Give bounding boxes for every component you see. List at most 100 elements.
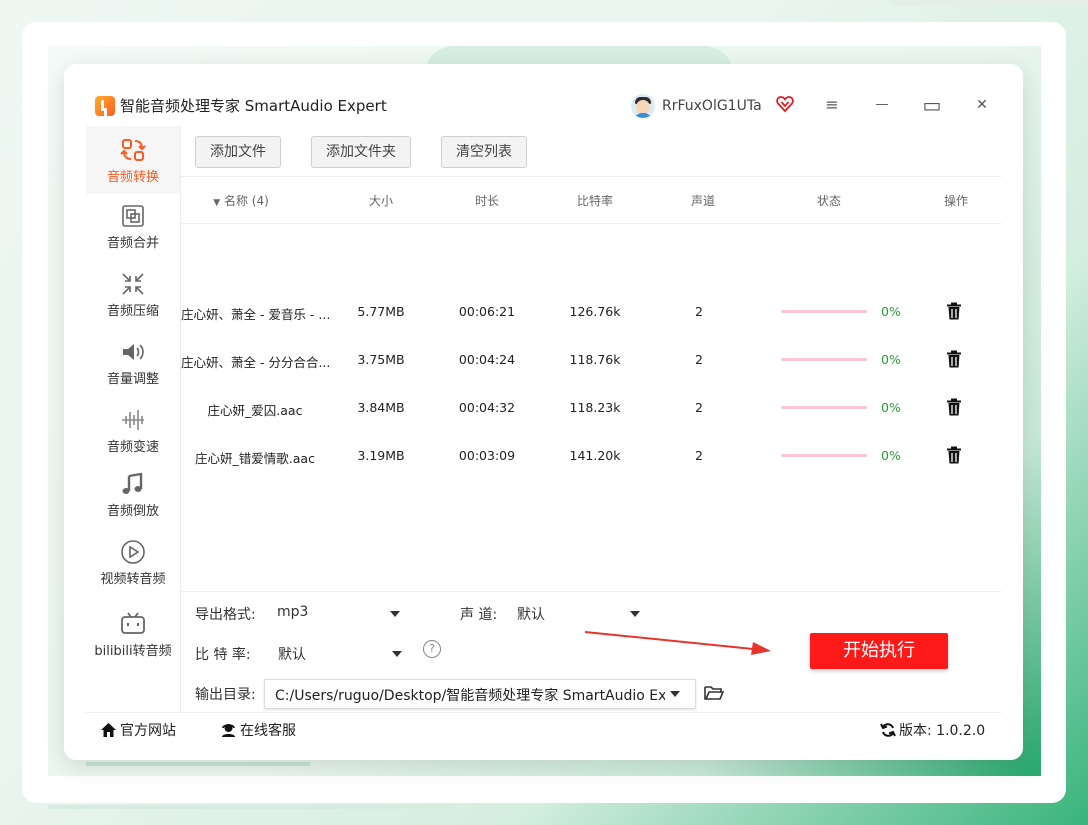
- website-label: 官方网站: [120, 723, 176, 739]
- file-duration: 00:04:32: [458, 400, 516, 415]
- sidebar-item-label: 音频合并: [106, 236, 159, 251]
- help-icon[interactable]: ?: [423, 640, 441, 658]
- progress-bar: [781, 358, 867, 361]
- sidebar-item-audio-compress[interactable]: 音频压缩: [86, 270, 180, 330]
- background-decoration: [86, 762, 310, 766]
- sidebar-item-audio-reverse[interactable]: 音频倒放: [86, 470, 180, 530]
- file-channels: 2: [695, 352, 703, 367]
- sidebar-item-label: 视频转音频: [100, 572, 166, 587]
- format-value: mp3: [277, 604, 309, 620]
- file-size: 3.19MB: [357, 448, 405, 463]
- column-header-channels: 声道: [690, 194, 715, 208]
- arrow-annotation: [584, 631, 771, 655]
- trash-icon[interactable]: [946, 350, 962, 368]
- music-note-icon: [122, 472, 143, 494]
- file-name: 庄心妍_错爱情歌.aac: [195, 451, 315, 466]
- home-icon: [101, 723, 116, 737]
- column-header-bitrate: 比特率: [576, 194, 613, 208]
- vip-heart-icon[interactable]: [776, 95, 794, 113]
- add-file-button[interactable]: 添加文件: [195, 136, 281, 168]
- trash-icon[interactable]: [946, 398, 962, 416]
- file-name: 庄心妍、萧全 - 分分合合....: [181, 355, 329, 370]
- output-dir-label: 输出目录:: [195, 687, 256, 703]
- user-avatar[interactable]: [631, 94, 655, 118]
- bitrate-label: 比 特 率:: [195, 647, 251, 663]
- file-size: 5.77MB: [357, 304, 405, 319]
- footer: 官方网站 在线客服 版本: 1.0.2.0: [86, 712, 1001, 749]
- chevron-down-icon: [390, 611, 400, 617]
- sidebar: 音频转换 音频合并 音频压缩 音量调整 音频变速 音频倒放 视频转音频 bili…: [86, 126, 181, 712]
- channel-value: 默认: [517, 607, 545, 623]
- file-channels: 2: [695, 448, 703, 463]
- volume-icon: [123, 344, 144, 360]
- version-label: 版本:: [899, 723, 932, 739]
- sidebar-item-video-to-audio[interactable]: 视频转音频: [86, 538, 180, 598]
- sidebar-item-audio-convert[interactable]: 音频转换: [86, 126, 180, 194]
- column-header-size: 大小: [368, 194, 393, 208]
- table-row[interactable]: 庄心妍_爱囚.aac 3.84MB 00:04:32 118.23k 2 0%: [181, 384, 1001, 432]
- chevron-down-icon: [670, 691, 680, 697]
- table-header: ▼ 名称 (4) 大小 时长 比特率 声道 状态 操作: [181, 176, 1001, 224]
- menu-icon[interactable]: ≡: [821, 94, 843, 116]
- column-header-name[interactable]: ▼ 名称 (4): [181, 192, 301, 209]
- maximize-button[interactable]: ▭: [921, 94, 943, 116]
- speed-icon: [122, 410, 144, 430]
- app-window: 智能音频处理专家 SmartAudio Expert RrFuxOlG1UTa …: [64, 64, 1023, 760]
- table-row[interactable]: 庄心妍、萧全 - 分分合合.... 3.75MB 00:04:24 118.76…: [181, 336, 1001, 384]
- file-channels: 2: [695, 400, 703, 415]
- audio-convert-icon: [120, 139, 146, 161]
- progress-bar: [781, 406, 867, 409]
- sidebar-item-bilibili[interactable]: bilibili转音频: [86, 610, 180, 670]
- start-button[interactable]: 开始执行: [810, 633, 948, 669]
- background-decoration: [890, 0, 1088, 6]
- sidebar-item-label: bilibili转音频: [94, 644, 172, 659]
- folder-icon[interactable]: [704, 684, 724, 702]
- progress-percent: 0%: [881, 448, 901, 463]
- support-link[interactable]: 在线客服: [220, 721, 296, 741]
- sidebar-item-audio-merge[interactable]: 音频合并: [86, 202, 180, 262]
- minimize-button[interactable]: —: [871, 94, 893, 116]
- file-size: 3.84MB: [357, 400, 405, 415]
- website-link[interactable]: 官方网站: [100, 721, 176, 741]
- file-bitrate: 118.23k: [569, 400, 621, 415]
- sort-caret-icon: ▼: [213, 198, 221, 208]
- version-value: 1.0.2.0: [936, 723, 986, 739]
- format-label: 导出格式:: [195, 607, 256, 623]
- file-name: 庄心妍、萧全 - 爱音乐 - ...: [181, 307, 329, 322]
- close-button[interactable]: ✕: [971, 94, 993, 116]
- sidebar-item-label: 音频倒放: [106, 504, 159, 519]
- app-title: 智能音频处理专家 SmartAudio Expert: [120, 97, 387, 115]
- sidebar-item-label: 音频转换: [106, 170, 159, 185]
- audio-compress-icon: [122, 273, 144, 295]
- file-name: 庄心妍_爱囚.aac: [207, 403, 303, 418]
- column-header-actions: 操作: [943, 194, 968, 208]
- add-folder-button[interactable]: 添加文件夹: [311, 136, 411, 168]
- clear-list-button[interactable]: 清空列表: [441, 136, 527, 168]
- bitrate-select[interactable]: 默认: [275, 640, 405, 666]
- progress-bar: [781, 310, 867, 313]
- sidebar-item-label: 音量调整: [106, 372, 159, 387]
- progress-percent: 0%: [881, 352, 901, 367]
- version-info[interactable]: 版本: 1.0.2.0: [880, 721, 985, 741]
- file-bitrate: 118.76k: [569, 352, 621, 367]
- format-select[interactable]: mp3: [275, 600, 405, 626]
- output-dir-select[interactable]: C:/Users/ruguo/Desktop/智能音频处理专家 SmartAud…: [264, 679, 696, 709]
- chevron-down-icon: [392, 651, 402, 657]
- sidebar-item-volume[interactable]: 音量调整: [86, 338, 180, 398]
- table-row[interactable]: 庄心妍_错爱情歌.aac 3.19MB 00:03:09 141.20k 2 0…: [181, 432, 1001, 480]
- channel-label: 声 道:: [460, 607, 498, 623]
- background-decoration: [48, 805, 452, 809]
- trash-icon[interactable]: [946, 446, 962, 464]
- output-dir-value: C:/Users/ruguo/Desktop/智能音频处理专家 SmartAud…: [275, 688, 665, 704]
- column-header-status: 状态: [816, 194, 841, 208]
- sidebar-item-speed[interactable]: 音频变速: [86, 406, 180, 466]
- progress-percent: 0%: [881, 400, 901, 415]
- progress-percent: 0%: [881, 304, 901, 319]
- user-name[interactable]: RrFuxOlG1UTa: [662, 96, 762, 116]
- refresh-icon: [880, 723, 896, 737]
- app-logo-icon: [95, 96, 115, 116]
- chevron-down-icon: [630, 611, 640, 617]
- file-duration: 00:06:21: [458, 304, 516, 319]
- trash-icon[interactable]: [946, 302, 962, 320]
- table-row[interactable]: 庄心妍、萧全 - 爱音乐 - ... 5.77MB 00:06:21 126.7…: [181, 288, 1001, 336]
